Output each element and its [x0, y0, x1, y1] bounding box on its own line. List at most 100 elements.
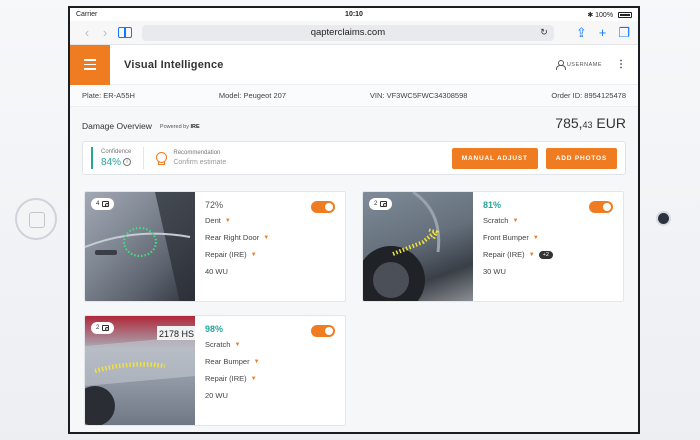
repair-action-select[interactable]: Repair (IRE) ▼ — [205, 250, 335, 259]
url-text: qapterclaims.com — [310, 27, 386, 38]
status-time: 10:10 — [345, 11, 363, 18]
price-cents: 43 — [582, 120, 593, 130]
tablet-screen: Carrier 10:10 ✱ 100% ‹ › qapterclaims.co… — [68, 6, 640, 434]
username-label: USERNAME — [566, 61, 602, 68]
damage-details: 98% Scratch ▼ Rear Bumper ▼ Repair (IRE) ▼ … — [195, 316, 345, 425]
damage-photo[interactable]: 2178 HS 2 — [85, 316, 195, 425]
photo-count: 4 — [96, 201, 100, 207]
vin-info: VIN: VF3WC5FWC34308598 — [369, 91, 468, 100]
reload-icon[interactable]: ↻ — [540, 27, 548, 38]
damage-overview-section: Damage Overview Powered by IRE 785,43 EU… — [70, 107, 638, 432]
damage-part: Rear Right Door — [205, 233, 260, 242]
photo-count-badge[interactable]: 2 — [369, 198, 393, 210]
user-menu[interactable]: USERNAME — [555, 60, 602, 70]
price-main: 785, — [555, 115, 583, 131]
user-icon — [555, 60, 566, 70]
add-photos-button[interactable]: ADD PHOTOS — [545, 147, 617, 169]
tabs-icon[interactable]: ❐ — [618, 25, 630, 41]
chevron-down-icon: ▼ — [532, 234, 539, 241]
confidence-block: Confidence 84% i — [101, 149, 131, 168]
more-options-icon[interactable]: ⋮ — [616, 59, 626, 70]
total-price: 785,43 EUR — [555, 115, 626, 131]
damage-card[interactable]: 2178 HS 2 98% Scratch ▼ Rear Bumper ▼ Repa… — [84, 315, 346, 426]
chevron-down-icon: ▼ — [224, 217, 231, 224]
forward-icon[interactable]: › — [96, 25, 114, 40]
app-header: Visual Intelligence USERNAME ⋮ — [70, 44, 638, 85]
damage-details: 81% Scratch ▼ Front Bumper ▼ Repair (IRE) ▼… — [473, 192, 623, 301]
divider — [143, 147, 145, 169]
damage-type: Scratch — [205, 340, 231, 349]
include-toggle[interactable] — [311, 201, 335, 213]
damage-type-select[interactable]: Scratch ▼ — [205, 340, 335, 349]
photo-count-badge[interactable]: 2 — [91, 322, 115, 334]
photo-count-badge[interactable]: 4 — [91, 198, 115, 210]
price-currency: EUR — [592, 115, 626, 131]
chevron-down-icon: ▼ — [234, 341, 241, 348]
recommendation-label: Recommendation — [173, 150, 221, 156]
confidence-value: 84% — [101, 156, 122, 168]
hamburger-icon-line — [84, 63, 96, 66]
back-icon[interactable]: ‹ — [78, 25, 96, 40]
powered-by: Powered by IRE — [160, 124, 200, 130]
browser-toolbar: ‹ › qapterclaims.com ↻ ⇪ + ❐ — [70, 21, 638, 45]
confidence-bar: Confidence 84% i Recommendation Confirm … — [82, 141, 626, 175]
model-info: Model: Peugeot 207 — [218, 91, 286, 100]
damage-photo[interactable]: 4 — [85, 192, 195, 301]
repair-action: Repair (IRE) — [205, 374, 247, 383]
camera-icon — [102, 325, 110, 331]
damage-type-select[interactable]: Dent ▼ — [205, 216, 335, 225]
chevron-down-icon: ▼ — [528, 251, 535, 258]
damage-part-select[interactable]: Rear Bumper ▼ — [205, 357, 335, 366]
more-actions-badge[interactable]: +2 — [538, 250, 553, 259]
damage-part-select[interactable]: Front Bumper ▼ — [483, 233, 613, 242]
repair-action-select[interactable]: Repair (IRE) ▼ — [205, 374, 335, 383]
chevron-down-icon: ▼ — [253, 358, 260, 365]
repair-action: Repair (IRE) — [205, 250, 247, 259]
status-bar: Carrier 10:10 ✱ 100% — [70, 8, 638, 21]
bookmarks-icon[interactable] — [118, 27, 132, 38]
overview-header: Damage Overview Powered by IRE 785,43 EU… — [82, 107, 626, 133]
damage-part-select[interactable]: Rear Right Door ▼ — [205, 233, 335, 242]
chevron-down-icon: ▼ — [512, 217, 519, 224]
damage-card[interactable]: 4 72% Dent ▼ Rear Right Door ▼ Repair (IRE… — [84, 191, 346, 302]
camera-icon — [102, 201, 110, 207]
license-plate-text: 2178 HS — [159, 329, 194, 339]
work-units: 30 WU — [483, 267, 506, 276]
confidence-value-row: 84% i — [101, 156, 132, 168]
camera-icon — [380, 201, 388, 207]
include-toggle[interactable] — [311, 325, 335, 337]
address-bar[interactable]: qapterclaims.com ↻ — [142, 24, 554, 41]
powered-by-brand: IRE — [190, 124, 200, 130]
manual-adjust-button[interactable]: MANUAL ADJUST — [451, 147, 538, 169]
damage-details: 72% Dent ▼ Rear Right Door ▼ Repair (IRE) ▼… — [195, 192, 345, 301]
order-info: Order ID: 8954125478 — [551, 91, 626, 100]
hamburger-icon-line — [84, 68, 96, 70]
damage-part: Rear Bumper — [205, 357, 250, 366]
recommendation-block: Recommendation Confirm estimate — [173, 150, 226, 166]
work-units: 40 WU — [205, 267, 228, 276]
home-button[interactable] — [15, 198, 57, 240]
lightbulb-icon — [156, 152, 168, 165]
photo-count: 2 — [374, 201, 378, 207]
include-toggle[interactable] — [589, 201, 613, 213]
damage-type: Scratch — [483, 216, 509, 225]
hamburger-icon-line — [84, 59, 96, 61]
new-tab-icon[interactable]: + — [599, 25, 607, 40]
info-icon[interactable]: i — [123, 158, 132, 166]
photo-count: 2 — [96, 325, 100, 331]
confidence-indicator — [91, 147, 93, 169]
damage-photo[interactable]: 2 — [363, 192, 473, 301]
overview-title: Damage Overview — [82, 121, 152, 131]
menu-button[interactable] — [70, 44, 110, 85]
front-camera — [658, 213, 669, 224]
damage-card[interactable]: 2 81% Scratch ▼ Front Bumper ▼ Repair (IRE… — [362, 191, 624, 302]
repair-action-select[interactable]: Repair (IRE) ▼ +2 — [483, 250, 613, 259]
chevron-down-icon: ▼ — [263, 234, 270, 241]
damage-type: Dent — [205, 216, 221, 225]
plate-info: Plate: ER-A55H — [82, 91, 135, 100]
damage-type-select[interactable]: Scratch ▼ — [483, 216, 613, 225]
repair-action: Repair (IRE) — [483, 250, 525, 259]
recommendation-value: Confirm estimate — [173, 159, 227, 166]
damage-part: Front Bumper — [483, 233, 529, 242]
share-icon[interactable]: ⇪ — [576, 25, 587, 41]
